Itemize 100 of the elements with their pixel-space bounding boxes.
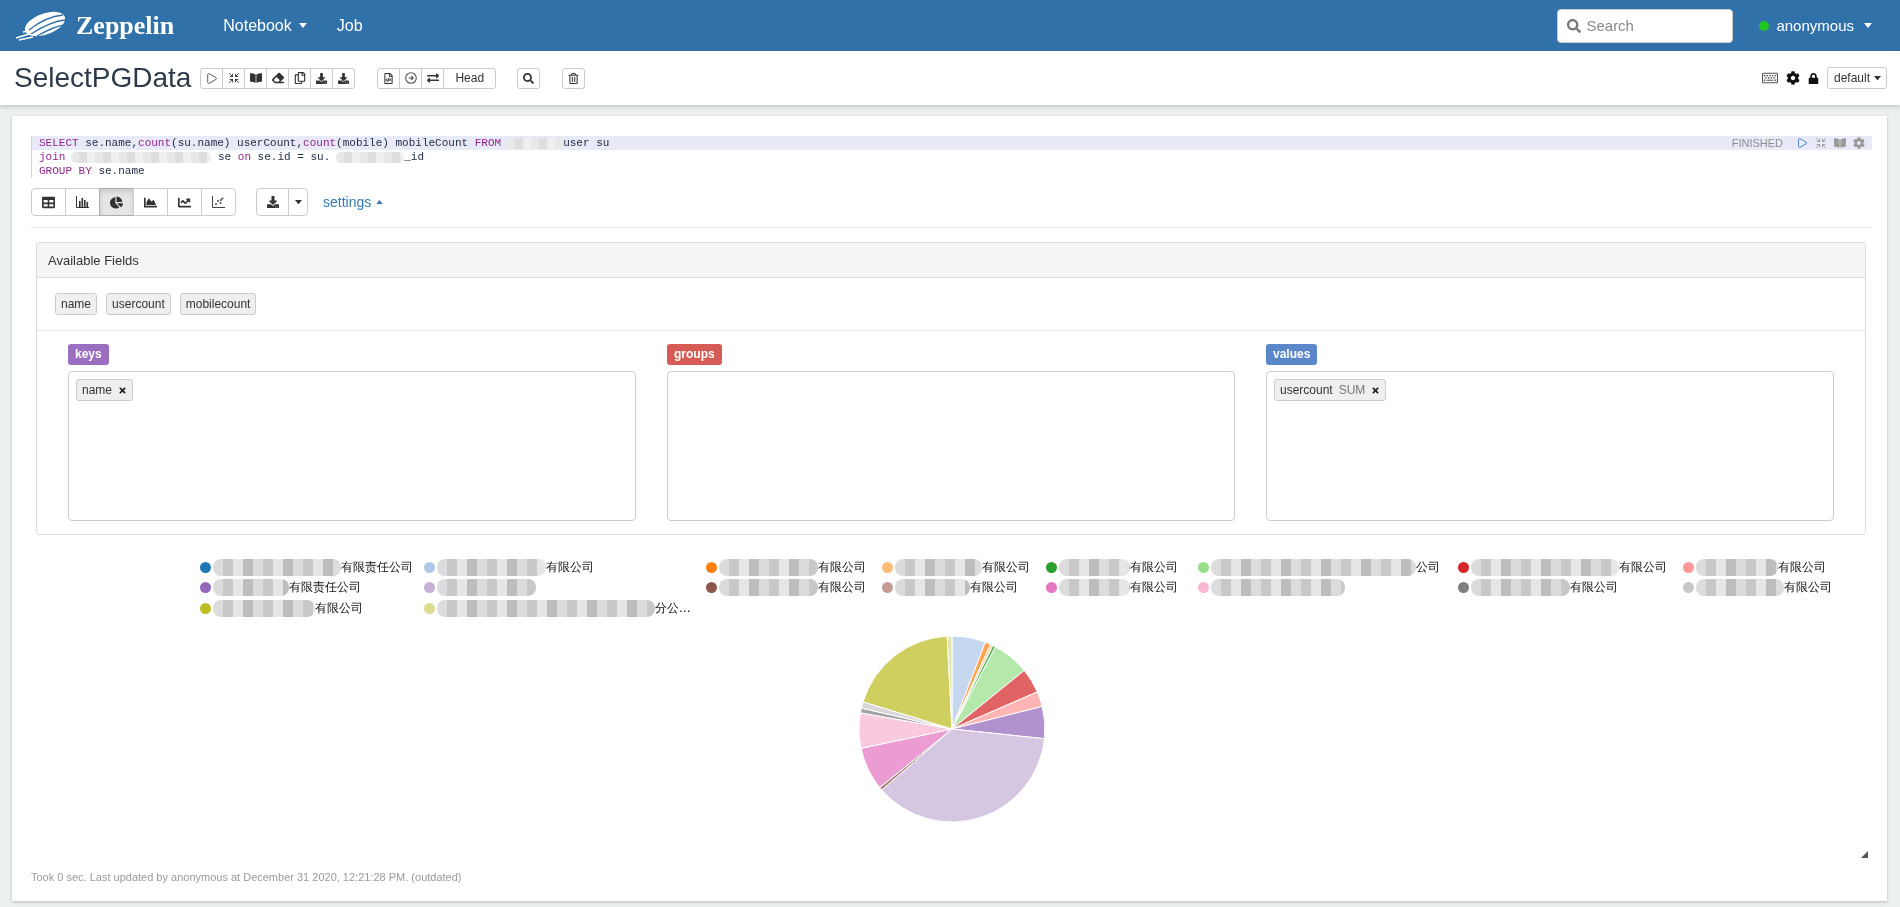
legend-label: 有限责任公司 [213,558,413,576]
table-icon [42,195,55,209]
shrink-arrows-icon [227,72,240,84]
keyboard-icon[interactable] [1761,70,1778,86]
legend-dot-icon[interactable] [1683,582,1694,594]
caret-icon [1874,75,1881,81]
legend-label: 有限公司 [1696,558,1826,576]
export-button[interactable] [310,67,334,89]
legend-dot-icon[interactable] [706,582,717,594]
legend-label: 有限公司 [1059,558,1178,576]
code-line: join se on se.id = su. _id [38,150,426,164]
chart-type-button[interactable] [201,188,236,216]
user-menu[interactable]: anonymous [1759,17,1872,34]
brand-name[interactable]: Zeppelin [76,10,175,41]
settings-icon[interactable] [1785,71,1800,85]
play-icon[interactable] [1796,137,1808,149]
copy-icon [293,72,306,84]
head-button[interactable]: Head [443,67,497,89]
legend-dot-icon[interactable] [1046,582,1057,594]
legend-dot-icon[interactable] [1198,582,1209,594]
remove-icon[interactable] [118,385,128,395]
download-icon [266,196,279,208]
caret-icon [1864,23,1872,28]
field-chip[interactable]: name [55,293,98,315]
legend-dot-icon[interactable] [424,602,435,614]
clear-output-button[interactable] [266,67,290,89]
legend-dot-icon[interactable] [882,582,893,594]
legend-label: 有限公司 [895,558,1030,576]
field-chip[interactable]: mobilecount [179,293,257,315]
legend-dot-icon[interactable] [1198,561,1209,573]
section-label: values [1266,344,1318,365]
legend-dot-icon[interactable] [200,582,211,594]
airship-logo [15,10,67,41]
legend-label: 有限公司 [437,558,594,576]
export-button[interactable] [332,67,356,89]
legend-label: 公司 [1211,558,1440,576]
version-button[interactable] [377,67,401,89]
section-label: keys [68,344,109,365]
legend-label: 有限公司 [1471,558,1667,576]
legend-label: 有限公司 [1471,579,1618,597]
search-icon [1567,18,1582,33]
lock-icon[interactable] [1807,72,1819,84]
status-label: FINISHED [1731,137,1783,149]
search-field[interactable]: Search [1557,8,1734,43]
legend-label: 有限责任公司 [213,579,361,597]
download-button[interactable] [256,188,289,216]
run-button[interactable] [200,67,224,89]
field-chip[interactable]: usercount [106,293,171,315]
chart-type-button[interactable] [99,188,134,216]
chart-type-button[interactable] [65,188,100,216]
nav-menu-item[interactable]: Job [321,16,378,35]
interpreter-dropdown[interactable]: default [1826,67,1887,89]
legend-label: 分公... [437,599,691,617]
delete-button[interactable] [562,67,586,89]
chart-type-button[interactable] [31,188,66,216]
panel-title: Available Fields [48,252,139,268]
trash-icon [568,72,580,84]
legend-dot-icon[interactable] [706,561,717,573]
dropdown-toggle-button[interactable] [288,188,308,216]
bar-chart-icon [76,196,89,208]
search-icon [523,72,535,84]
legend-label: 有限公司 [213,599,363,617]
legend-dot-icon[interactable] [424,561,435,573]
book-icon [249,72,262,84]
legend-label: 有限公司 [1059,579,1178,597]
swap-arrows-icon [426,72,439,84]
eraser-icon [271,72,284,84]
legend-dot-icon[interactable] [1046,561,1057,573]
toggle-output-button[interactable] [244,67,268,89]
download-icon [316,72,328,84]
legend-label: 有限公司 [1696,579,1832,597]
nav-menu-item[interactable]: Notebook [208,16,322,35]
legend-dot-icon[interactable] [882,561,893,573]
legend-label: 有限公司 [719,579,866,597]
area-chart-icon [144,195,157,209]
commit-button[interactable] [399,67,423,89]
chart-type-button[interactable] [167,188,202,216]
legend-dot-icon[interactable] [424,582,435,594]
remove-icon[interactable] [1371,385,1381,395]
caret-icon [294,199,302,205]
legend-dot-icon[interactable] [1458,582,1469,594]
aggregation-dropdown[interactable]: SUM [1338,383,1366,397]
clone-button[interactable] [288,67,312,89]
field-chip[interactable]: usercount SUM [1274,379,1387,401]
revision-button[interactable] [421,67,445,89]
legend-dot-icon[interactable] [1683,561,1694,573]
search-button[interactable] [517,67,541,89]
legend-dot-icon[interactable] [1458,561,1469,573]
resize-handle-icon[interactable] [1861,851,1868,858]
file-code-icon [383,72,395,84]
legend-dot-icon[interactable] [200,602,211,614]
download-icon [338,72,350,84]
line-chart-icon [178,195,191,209]
settings-link[interactable]: settings [323,194,384,210]
legend-dot-icon[interactable] [200,561,211,573]
chart-type-button[interactable] [133,188,168,216]
code-line: GROUP BY se.name [38,164,146,178]
circle-arrow-icon [404,72,417,84]
field-chip[interactable]: name [76,379,134,401]
collapse-button[interactable] [222,67,246,89]
